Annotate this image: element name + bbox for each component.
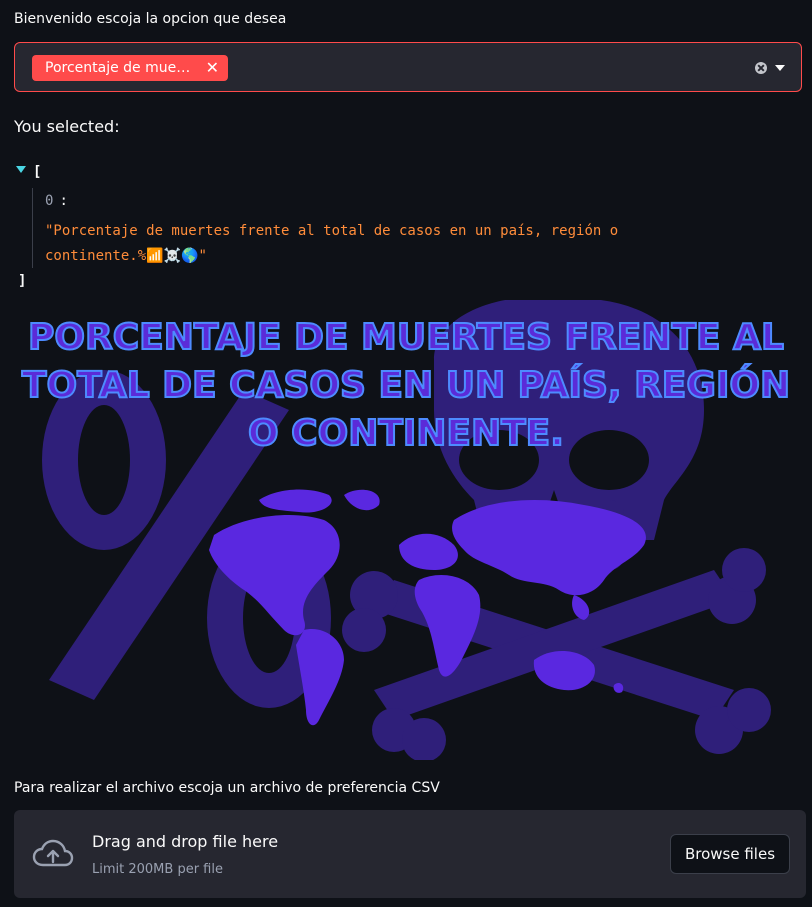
selected-tag[interactable]: Porcentaje de muertes frente al total de… <box>32 55 228 81</box>
json-close-bracket: ] <box>18 273 27 289</box>
multiselect-input[interactable]: Porcentaje de muertes frente al total de… <box>14 42 802 92</box>
chevron-down-icon[interactable] <box>775 65 785 71</box>
app-page: Bienvenido escoja la opcion que desea Po… <box>0 0 812 907</box>
multiselect-label: Bienvenido escoja la opcion que desea <box>14 11 287 27</box>
clear-all-icon[interactable] <box>755 62 767 74</box>
json-indent-guide <box>32 188 33 268</box>
selected-heading: You selected: <box>14 117 120 136</box>
json-index: 0 <box>45 193 54 209</box>
dropzone-limit: Limit 200MB per file <box>92 862 223 877</box>
file-uploader-label: Para realizar el archivo escoja un archi… <box>14 780 440 796</box>
json-item-value: "Porcentaje de muertes frente al total d… <box>45 223 627 264</box>
json-item-key: 0: <box>45 193 68 209</box>
json-colon: : <box>59 193 68 209</box>
browse-files-button[interactable]: Browse files <box>670 834 790 874</box>
remove-tag-icon[interactable]: ✕ <box>206 55 219 81</box>
file-dropzone[interactable]: Drag and drop file here Limit 200MB per … <box>14 810 806 898</box>
dropzone-title: Drag and drop file here <box>92 832 279 851</box>
selected-tag-label: Porcentaje de muertes frente al total de… <box>45 60 195 76</box>
json-open-bracket: [ <box>33 164 42 180</box>
cloud-upload-icon <box>32 839 74 867</box>
banner-image: PORCENTAJE DE MUERTES FRENTE AL TOTAL DE… <box>14 300 798 760</box>
banner-title: PORCENTAJE DE MUERTES FRENTE AL TOTAL DE… <box>21 316 791 455</box>
collapse-toggle-icon[interactable] <box>16 166 26 173</box>
